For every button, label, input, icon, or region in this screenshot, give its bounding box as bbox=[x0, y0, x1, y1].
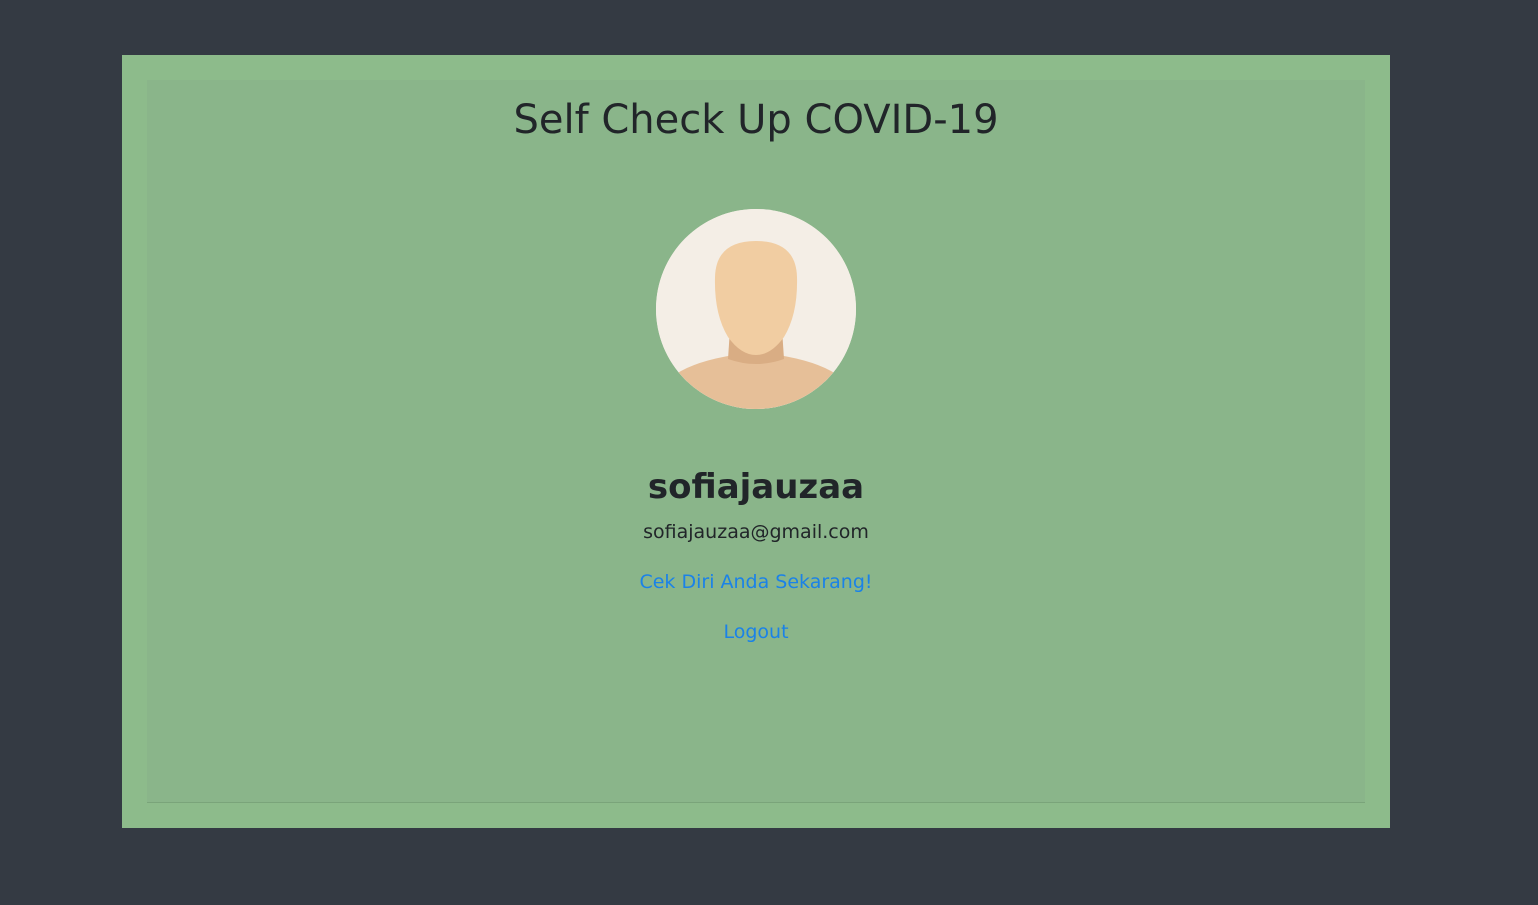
user-email: sofiajauzaa@gmail.com bbox=[643, 521, 869, 543]
outer-panel: Self Check Up COVID-19 sofiajauzaa sofia… bbox=[122, 55, 1390, 828]
username: sofiajauzaa bbox=[647, 467, 865, 507]
logout-link-row: Logout bbox=[147, 621, 1365, 643]
profile-card: Self Check Up COVID-19 sofiajauzaa sofia… bbox=[147, 80, 1365, 803]
page-title: Self Check Up COVID-19 bbox=[513, 97, 999, 143]
user-silhouette-icon bbox=[656, 209, 856, 409]
avatar bbox=[656, 209, 856, 409]
logout-link[interactable]: Logout bbox=[723, 621, 788, 643]
check-yourself-link-row: Cek Diri Anda Sekarang! bbox=[147, 571, 1365, 593]
check-yourself-link[interactable]: Cek Diri Anda Sekarang! bbox=[639, 571, 872, 593]
